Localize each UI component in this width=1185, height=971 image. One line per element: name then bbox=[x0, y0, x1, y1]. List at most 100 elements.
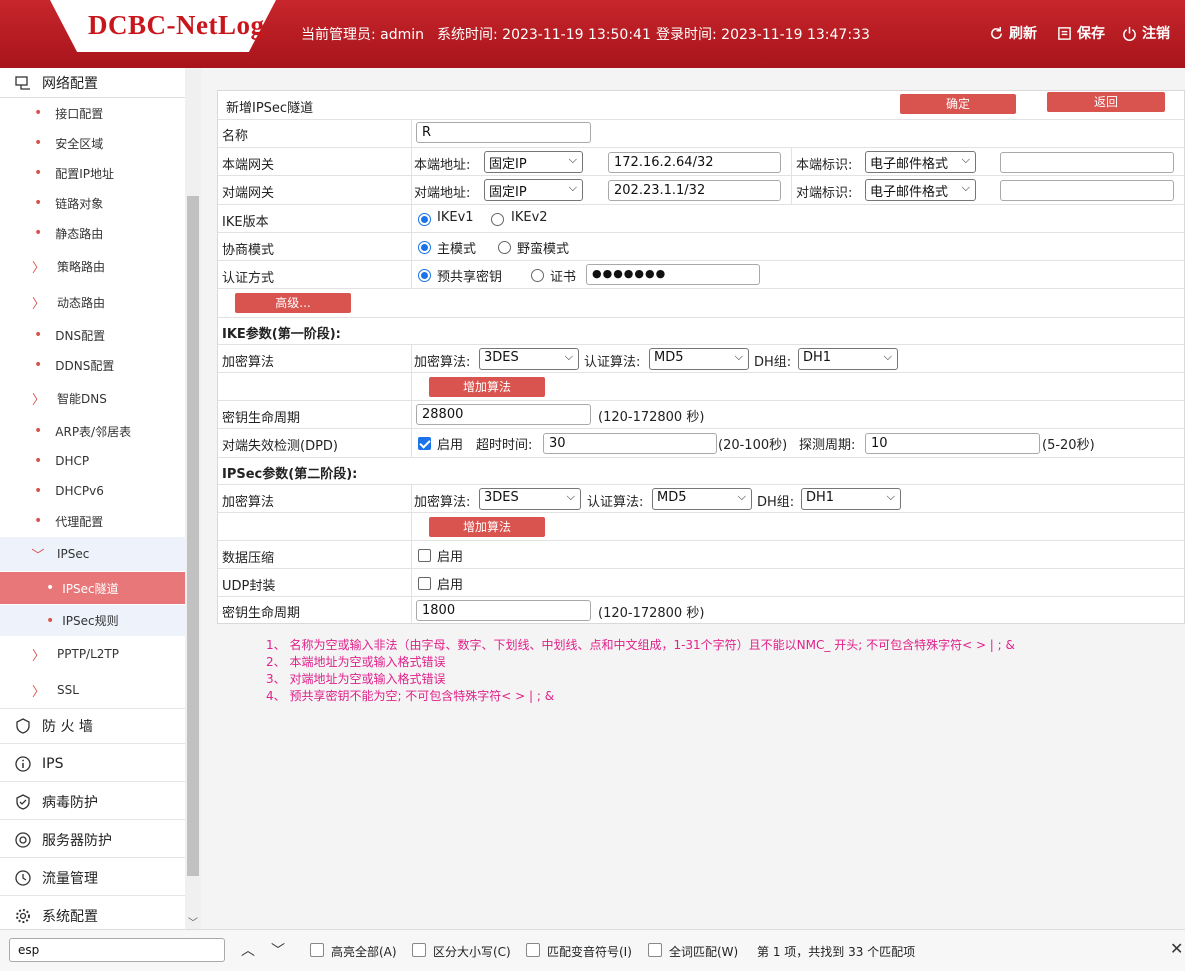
local-id-input[interactable] bbox=[1000, 152, 1174, 173]
timeout-input[interactable]: 30 bbox=[543, 433, 717, 454]
sidebar-item-ipsec[interactable]: 〉 IPSec bbox=[0, 537, 185, 571]
save-button[interactable]: 保存 bbox=[1057, 23, 1105, 43]
highlight-all-checkbox[interactable] bbox=[310, 943, 324, 957]
sidebar-group-server-protect[interactable]: 服务器防护 bbox=[0, 822, 185, 858]
ipsec-section-title: IPSec参数(第二阶段): bbox=[222, 467, 358, 482]
peer-address-type-select[interactable]: 固定IP ⌵ bbox=[484, 179, 583, 201]
cert-radio[interactable] bbox=[531, 269, 544, 282]
compression-checkbox[interactable] bbox=[418, 549, 431, 562]
sidebar-item-dns[interactable]: • DNS配置 bbox=[0, 320, 185, 350]
column-divider bbox=[411, 569, 412, 597]
sidebar-item-link-object[interactable]: • 链路对象 bbox=[0, 188, 185, 218]
select-value: 3DES bbox=[484, 490, 519, 505]
sidebar-item-pptp[interactable]: 〉 PPTP/L2TP bbox=[0, 639, 185, 669]
sidebar-group-traffic[interactable]: 流量管理 bbox=[0, 860, 185, 896]
udp-enable-label: 启用 bbox=[437, 578, 464, 593]
ike-key-life-input[interactable]: 28800 bbox=[416, 404, 591, 425]
gear-icon bbox=[14, 907, 32, 925]
probe-input[interactable]: 10 bbox=[865, 433, 1040, 454]
local-address-type-select[interactable]: 固定IP ⌵ bbox=[484, 151, 583, 173]
sidebar-item-config-ip[interactable]: • 配置IP地址 bbox=[0, 158, 185, 188]
close-icon[interactable]: ✕ bbox=[1170, 939, 1183, 958]
sidebar-item-dynamic-route[interactable]: 〉动态路由 bbox=[0, 287, 185, 317]
ok-button[interactable]: 确定 bbox=[900, 94, 1016, 114]
sidebar-item-interface[interactable]: • 接口配置 bbox=[0, 98, 185, 128]
back-button[interactable]: 返回 bbox=[1047, 92, 1165, 112]
sidebar-item-label: DHCP bbox=[55, 454, 90, 468]
sidebar-item-dhcp[interactable]: • DHCP bbox=[0, 446, 185, 476]
ikev1-radio[interactable] bbox=[418, 213, 431, 226]
find-status: 第 1 项，共找到 33 个匹配项 bbox=[757, 945, 916, 959]
ike-encryption-select[interactable]: 3DES ⌵ bbox=[479, 348, 579, 370]
ipsec-algorithm-row: 加密算法 加密算法: 3DES ⌵ 认证算法: MD5 ⌵ DH组: DH1 ⌵ bbox=[218, 485, 1185, 513]
sidebar-group-network[interactable]: 网络配置 ︿ bbox=[0, 68, 185, 98]
sidebar-item-dhcpv6[interactable]: • DHCPv6 bbox=[0, 476, 185, 506]
sidebar-item-policy-route[interactable]: 〉策略路由 bbox=[0, 251, 185, 281]
ipsec-add-algorithm-button[interactable]: 增加算法 bbox=[429, 517, 545, 537]
find-input[interactable]: esp bbox=[9, 938, 225, 962]
ike-dh-select[interactable]: DH1 ⌵ bbox=[798, 348, 898, 370]
main-mode-radio[interactable] bbox=[418, 241, 431, 254]
sidebar-item-ipsec-tunnel[interactable]: • IPSec隧道 bbox=[0, 572, 185, 604]
scroll-down-icon[interactable]: ﹀ bbox=[188, 914, 198, 929]
target-icon bbox=[14, 831, 32, 849]
sidebar-group-antivirus[interactable]: 病毒防护 bbox=[0, 784, 185, 820]
peer-id-type-select[interactable]: 电子邮件格式 ⌵ bbox=[865, 179, 976, 201]
peer-gateway-row: 对端网关 对端地址: 固定IP ⌵ 202.23.1.1/32 对端标识: 电子邮… bbox=[218, 176, 1185, 205]
ipsec-auth-select[interactable]: MD5 ⌵ bbox=[652, 488, 752, 510]
bullet-icon: • bbox=[46, 580, 55, 596]
sidebar-item-ssl[interactable]: 〉 SSL bbox=[0, 675, 185, 705]
sidebar-item-security-zone[interactable]: • 安全区域 bbox=[0, 128, 185, 158]
psk-radio[interactable] bbox=[418, 269, 431, 282]
ipsec-key-life-input[interactable]: 1800 bbox=[416, 600, 591, 621]
udp-encap-checkbox[interactable] bbox=[418, 577, 431, 590]
dpd-enable-checkbox[interactable] bbox=[418, 437, 431, 450]
sidebar-item-label: IPSec隧道 bbox=[62, 581, 119, 596]
find-next-icon[interactable]: ﹀ bbox=[271, 940, 285, 960]
sidebar-item-label: DNS配置 bbox=[55, 328, 106, 343]
refresh-button[interactable]: 刷新 bbox=[989, 23, 1037, 43]
sidebar-scrollbar[interactable]: ﹀ bbox=[185, 68, 201, 929]
find-previous-icon[interactable]: ︿ bbox=[241, 940, 255, 960]
ipsec-add-algorithm-row: 增加算法 bbox=[218, 513, 1185, 541]
admin-label: 当前管理员: admin bbox=[301, 27, 425, 43]
sidebar-item-ddns[interactable]: • DDNS配置 bbox=[0, 350, 185, 380]
peer-address-input[interactable]: 202.23.1.1/32 bbox=[608, 180, 781, 201]
ikev2-radio[interactable] bbox=[491, 213, 504, 226]
dpd-row: 对端失效检测(DPD) 启用 超时时间: 30 (20-100秒) 探测周期: … bbox=[218, 429, 1185, 458]
ipsec-encryption-select[interactable]: 3DES ⌵ bbox=[479, 488, 581, 510]
scrollbar-thumb[interactable] bbox=[187, 196, 199, 876]
ipsec-dh-select[interactable]: DH1 ⌵ bbox=[801, 488, 901, 510]
name-input[interactable]: R bbox=[416, 122, 591, 143]
ikev2-label: IKEv2 bbox=[511, 210, 548, 225]
match-case-checkbox[interactable] bbox=[412, 943, 426, 957]
advanced-button[interactable]: 高级... bbox=[235, 293, 351, 313]
local-address-input[interactable]: 172.16.2.64/32 bbox=[608, 152, 781, 173]
negotiation-mode-row: 协商模式 主模式 野蛮模式 bbox=[218, 233, 1185, 261]
sidebar-group-firewall[interactable]: 防 火 墙 bbox=[0, 708, 185, 744]
bullet-icon: • bbox=[46, 612, 55, 629]
error-message: 1、 名称为空或输入非法（由字母、数字、下划线、中划线、点和中文组成，1-31个… bbox=[266, 638, 1015, 652]
local-id-type-select[interactable]: 电子邮件格式 ⌵ bbox=[865, 151, 976, 173]
sidebar-item-proxy[interactable]: • 代理配置 bbox=[0, 506, 185, 536]
ike-add-algorithm-button[interactable]: 增加算法 bbox=[429, 377, 545, 397]
chevron-right-icon: 〉 bbox=[32, 260, 46, 276]
psk-password-input[interactable]: ●●●●●●● bbox=[586, 264, 760, 285]
aggressive-mode-radio[interactable] bbox=[498, 241, 511, 254]
sidebar-item-static-route[interactable]: • 静态路由 bbox=[0, 218, 185, 248]
peer-id-input[interactable] bbox=[1000, 180, 1174, 201]
ike-auth-select[interactable]: MD5 ⌵ bbox=[649, 348, 749, 370]
bullet-icon: • bbox=[34, 165, 43, 181]
sidebar-item-label: IPSec规则 bbox=[62, 614, 119, 628]
ike-dh-label: DH组: bbox=[754, 355, 792, 370]
sidebar-group-system[interactable]: 系统配置 bbox=[0, 898, 185, 929]
sidebar-item-arp[interactable]: • ARP表/邻居表 bbox=[0, 416, 185, 446]
whole-words-checkbox[interactable] bbox=[648, 943, 662, 957]
sidebar-group-ips[interactable]: IPS bbox=[0, 746, 185, 782]
match-diacritics-checkbox[interactable] bbox=[526, 943, 540, 957]
sidebar-item-ipsec-rule[interactable]: • IPSec规则 bbox=[0, 605, 185, 636]
auth-method-row: 认证方式 预共享密钥 证书 ●●●●●●● bbox=[218, 261, 1185, 289]
error-message: 2、 本端地址为空或输入格式错误 bbox=[266, 655, 446, 669]
logout-button[interactable]: 注销 bbox=[1122, 23, 1170, 43]
sidebar-item-smart-dns[interactable]: 〉智能DNS bbox=[0, 383, 185, 413]
